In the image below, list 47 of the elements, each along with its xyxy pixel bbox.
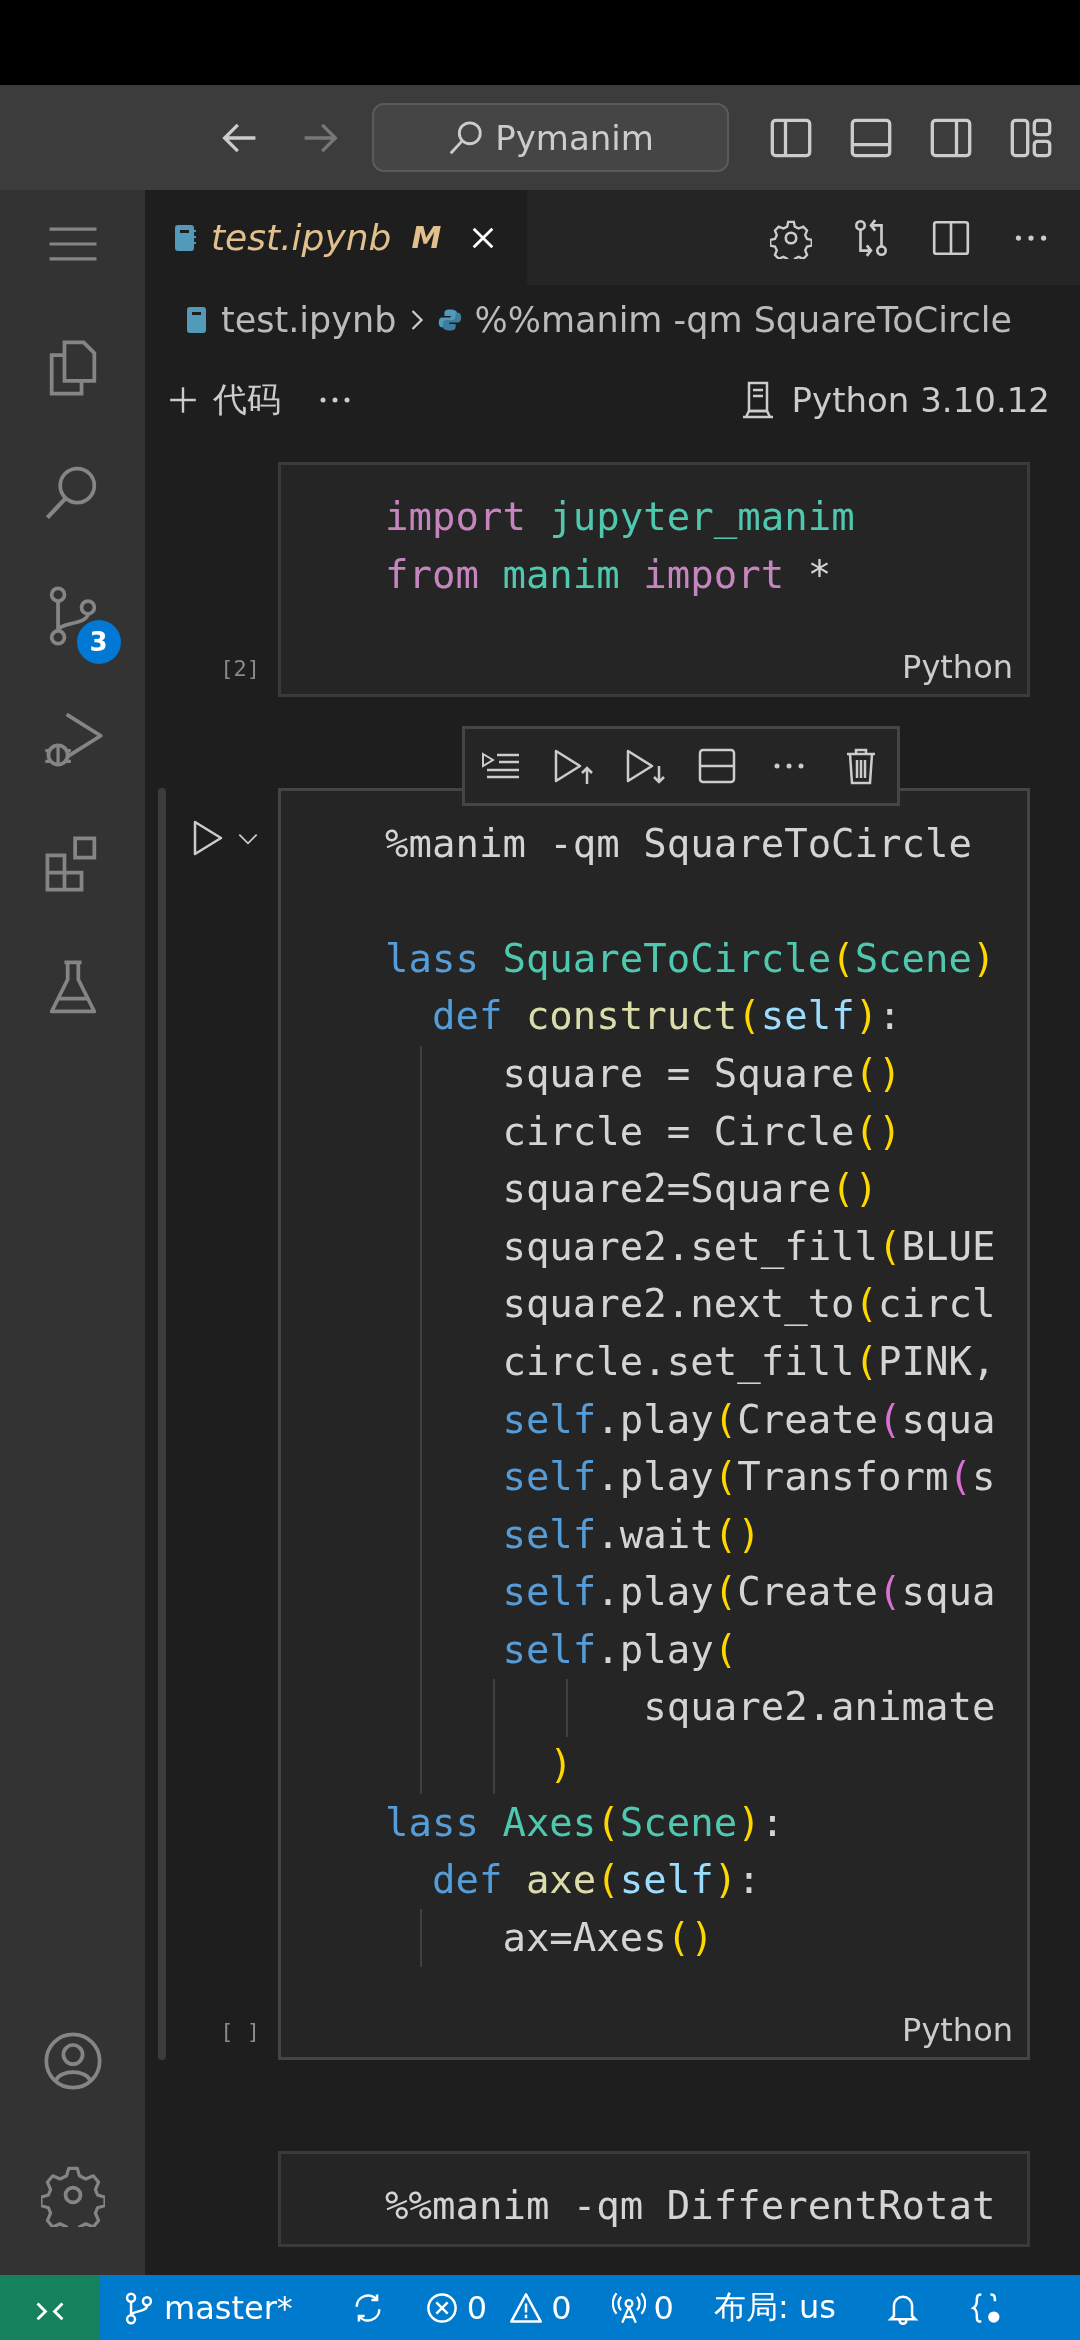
code-line: %manim -qm SquareToCircle [385, 820, 972, 868]
tab-label: test.ipynb [211, 217, 392, 258]
add-code-button[interactable]: 代码 [167, 377, 281, 423]
code-line: square2=Square() [501, 1166, 879, 1213]
error-icon [424, 2290, 459, 2325]
execution-count: [ ] [220, 2019, 260, 2045]
code-line: def construct(self): [430, 993, 902, 1041]
code-line: lass SquareToCircle(Scene) [385, 935, 996, 983]
editor-tab[interactable]: test.ipynb M [145, 190, 528, 285]
code-line: self.play(Create(squa [501, 1396, 996, 1444]
breadcrumb-item[interactable]: test.ipynb [221, 300, 397, 340]
code-line: circle.set_fill(PINK, [501, 1338, 996, 1386]
code-line: self.play(Transform(s [501, 1454, 996, 1501]
code-line: self.play(Create(squa [501, 1569, 996, 1617]
code-line: square = Square() [501, 1050, 902, 1098]
ports-indicator[interactable]: 0 [611, 2288, 674, 2327]
code-line: ax=Axes() [501, 1914, 714, 1962]
cell-language[interactable]: Python [902, 648, 1013, 687]
code-line: self.play( [501, 1626, 738, 1674]
code-line: square2.animate [642, 1684, 996, 1732]
antenna-icon [611, 2290, 646, 2325]
search-field[interactable]: Pymanim [372, 103, 729, 172]
code-cell[interactable]: import jupyter_manim from manim import * Python [278, 462, 1030, 698]
code-line: lass Axes(Scene): [385, 1799, 785, 1847]
code-line: %%manim -qm DifferentRotat [385, 2183, 996, 2231]
modified-indicator: M [411, 220, 442, 255]
code-line: def axe(self): [430, 1857, 761, 1905]
code-line: self.wait() [501, 1511, 761, 1559]
code-line: from manim import * [385, 552, 832, 599]
code-cell[interactable] [278, 788, 1030, 2061]
breadcrumb-item[interactable]: %%manim -qm SquareToCircle [474, 300, 1012, 340]
kernel-picker[interactable]: Python 3.10.12 [737, 380, 1050, 420]
warning-icon [509, 2290, 544, 2325]
branch-indicator[interactable]: master* [122, 2288, 293, 2327]
code-line: square2.next_to(circl [501, 1281, 996, 1329]
code-line: square2.set_fill(BLUE [501, 1223, 996, 1271]
problems-indicator[interactable]: 0 0 [424, 2288, 572, 2327]
code-cell[interactable]: %%manim -qm DifferentRotat [278, 2151, 1030, 2247]
keyboard-layout-indicator[interactable]: 布局: us [713, 2285, 836, 2330]
code-line: circle = Circle() [501, 1108, 902, 1156]
execution-count: [2] [220, 656, 260, 682]
notebook-icon [185, 304, 209, 336]
cell-language[interactable]: Python [902, 2011, 1013, 2050]
plus-icon [167, 384, 199, 416]
code-line: import jupyter_manim [385, 494, 855, 542]
notification-badge: 3 [76, 620, 121, 664]
code-line: ) [548, 1742, 573, 1789]
